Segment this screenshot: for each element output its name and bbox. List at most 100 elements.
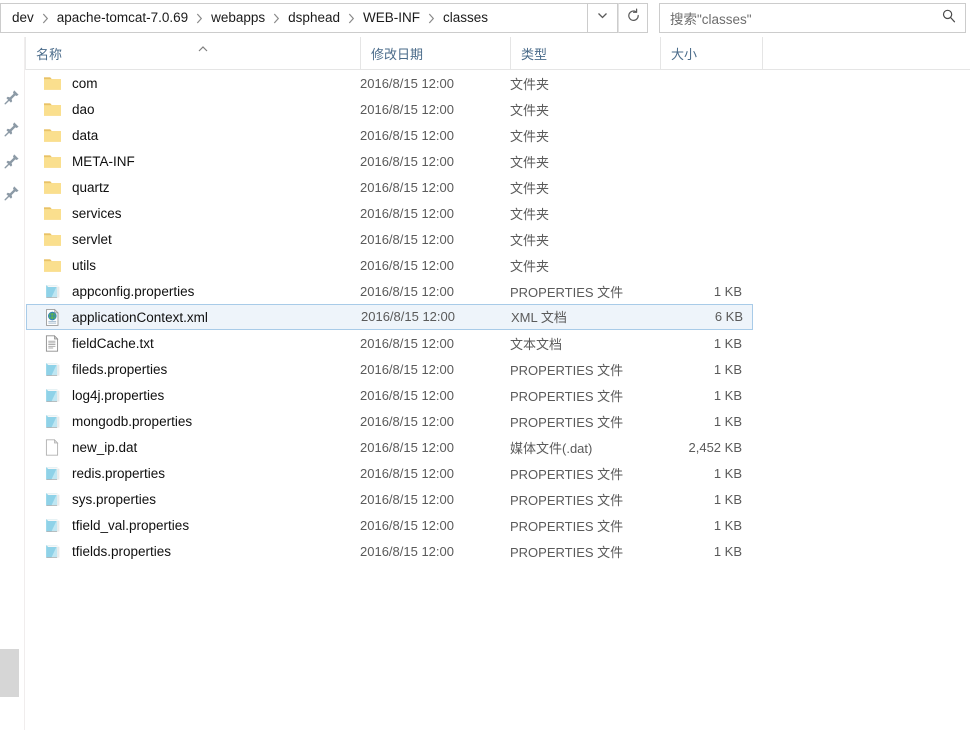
breadcrumb-item[interactable]: classes [441, 7, 490, 29]
pushpin-icon[interactable] [3, 88, 21, 106]
file-name-cell[interactable]: com [26, 70, 360, 96]
navigation-pane-scrollbar-thumb[interactable] [0, 649, 19, 697]
pushpin-icon[interactable] [3, 120, 21, 138]
file-size-cell [660, 252, 752, 278]
file-date-modified-cell: 2016/8/15 12:00 [360, 413, 454, 429]
folder-icon [42, 177, 62, 197]
file-name-cell[interactable]: appconfig.properties [26, 278, 360, 304]
file-name-cell[interactable]: services [26, 200, 360, 226]
refresh-button[interactable] [618, 3, 648, 33]
file-date-modified-cell: 2016/8/15 12:00 [360, 283, 454, 299]
file-date-modified-cell: 2016/8/15 12:00 [360, 491, 454, 507]
navigation-pane [0, 37, 25, 730]
column-header-type[interactable]: 类型 [510, 37, 660, 70]
file-name-cell[interactable]: servlet [26, 226, 360, 252]
file-type-cell: 文件夹 [510, 102, 550, 118]
table-row[interactable]: new_ip.dat 2016/8/15 12:00 媒体文件(.dat) 2,452… [26, 434, 753, 460]
table-row[interactable]: redis.properties 2016/8/15 12:00 PROPERTIE… [26, 460, 753, 486]
file-name-cell[interactable]: new_ip.dat [26, 434, 360, 460]
file-date-modified-cell: 2016/8/15 12:00 [360, 465, 454, 481]
table-row[interactable]: sys.properties 2016/8/15 12:00 PROPERTIES … [26, 486, 753, 512]
table-row[interactable]: appconfig.properties 2016/8/15 12:00 PROPE… [26, 278, 753, 304]
table-row[interactable]: tfields.properties 2016/8/15 12:00 PROPERT… [26, 538, 753, 564]
column-header-name[interactable]: 名称 [25, 37, 360, 70]
search-icon[interactable] [941, 8, 957, 29]
file-type-cell: 文件夹 [510, 206, 550, 222]
file-name-label: log4j.properties [72, 387, 165, 403]
table-row[interactable]: data 2016/8/15 12:00 文件夹 [26, 122, 753, 148]
file-name-cell[interactable]: data [26, 122, 360, 148]
folder-icon [42, 203, 62, 223]
file-name-cell[interactable]: tfield_val.properties [26, 512, 360, 538]
folder-icon [42, 229, 62, 249]
file-type-cell: PROPERTIES 文件 [510, 466, 624, 482]
properties-icon [42, 411, 62, 431]
file-name-cell[interactable]: tfields.properties [26, 538, 360, 564]
search-box[interactable]: 搜索"classes" [659, 3, 966, 33]
pushpin-icon[interactable] [3, 152, 21, 170]
file-name-label: new_ip.dat [72, 439, 138, 455]
table-row[interactable]: fileds.properties 2016/8/15 12:00 PROPERTI… [26, 356, 753, 382]
text-icon [42, 333, 62, 353]
file-size-cell: 1 KB [713, 543, 742, 559]
table-row[interactable]: log4j.properties 2016/8/15 12:00 PROPERTIE… [26, 382, 753, 408]
address-dropdown-button[interactable] [588, 3, 618, 33]
table-row[interactable]: servlet 2016/8/15 12:00 文件夹 [26, 226, 753, 252]
properties-icon [42, 359, 62, 379]
file-date-modified-cell: 2016/8/15 12:00 [360, 179, 454, 195]
file-date-modified-cell: 2016/8/15 12:00 [360, 257, 454, 273]
file-name-cell[interactable]: sys.properties [26, 486, 360, 512]
file-size-cell: 1 KB [713, 413, 742, 429]
file-name-cell[interactable]: quartz [26, 174, 360, 200]
column-header-size[interactable]: 大小 [660, 37, 762, 70]
file-name-cell[interactable]: redis.properties [26, 460, 360, 486]
table-row[interactable]: services 2016/8/15 12:00 文件夹 [26, 200, 753, 226]
breadcrumb-item[interactable]: dsphead [286, 7, 342, 29]
file-name-label: tfield_val.properties [72, 517, 190, 533]
breadcrumb-item[interactable]: WEB-INF [361, 7, 422, 29]
file-name-label: applicationContext.xml [72, 309, 208, 325]
file-size-cell [660, 200, 752, 226]
table-row[interactable]: fieldCache.txt 2016/8/15 12:00 文本文档 1 KB [26, 330, 753, 356]
file-name-cell[interactable]: utils [26, 252, 360, 278]
table-row[interactable]: META-INF 2016/8/15 12:00 文件夹 [26, 148, 753, 174]
breadcrumb-item[interactable]: webapps [209, 7, 267, 29]
breadcrumb[interactable]: dev apache-tomcat-7.0.69 webapps dsphead WEB… [0, 3, 588, 33]
file-type-cell: PROPERTIES 文件 [510, 492, 624, 508]
table-row[interactable]: quartz 2016/8/15 12:00 文件夹 [26, 174, 753, 200]
file-explorer-window: dev apache-tomcat-7.0.69 webapps dsphead WEB… [0, 0, 970, 730]
search-input[interactable]: 搜索"classes" [670, 8, 941, 28]
pushpin-icon[interactable] [3, 184, 21, 202]
file-name-label: com [72, 75, 98, 91]
file-date-modified-cell: 2016/8/15 12:00 [361, 308, 455, 324]
file-name-cell[interactable]: fieldCache.txt [26, 330, 360, 356]
table-row[interactable]: utils 2016/8/15 12:00 文件夹 [26, 252, 753, 278]
properties-icon [42, 281, 62, 301]
file-name-label: fileds.properties [72, 361, 168, 377]
file-name-cell[interactable]: dao [26, 96, 360, 122]
table-row[interactable]: dao 2016/8/15 12:00 文件夹 [26, 96, 753, 122]
file-date-modified-cell: 2016/8/15 12:00 [360, 361, 454, 377]
breadcrumb-item[interactable]: apache-tomcat-7.0.69 [55, 7, 190, 29]
file-name-label: META-INF [72, 153, 135, 169]
file-name-label: appconfig.properties [72, 283, 195, 299]
file-name-cell[interactable]: META-INF [26, 148, 360, 174]
file-name-cell[interactable]: fileds.properties [26, 356, 360, 382]
table-row[interactable]: mongodb.properties 2016/8/15 12:00 PROPERT… [26, 408, 753, 434]
folder-icon [42, 73, 62, 93]
file-type-cell: 文件夹 [510, 76, 550, 92]
breadcrumb-item[interactable]: dev [10, 7, 36, 29]
table-row[interactable]: com 2016/8/15 12:00 文件夹 [26, 70, 753, 96]
blank-file-icon [42, 437, 62, 457]
table-row[interactable]: tfield_val.properties 2016/8/15 12:00 PROP… [26, 512, 753, 538]
file-type-cell: 文件夹 [510, 232, 550, 248]
file-type-cell: PROPERTIES 文件 [510, 362, 624, 378]
file-name-label: tfields.properties [72, 543, 172, 559]
column-header-date-modified[interactable]: 修改日期 [360, 37, 510, 70]
file-date-modified-cell: 2016/8/15 12:00 [360, 153, 454, 169]
file-name-cell[interactable]: mongodb.properties [26, 408, 360, 434]
file-size-cell: 1 KB [713, 387, 742, 403]
file-name-cell[interactable]: log4j.properties [26, 382, 360, 408]
file-name-cell[interactable]: applicationContext.xml [27, 305, 361, 329]
table-row-selected[interactable]: applicationContext.xml 2016/8/15 12:00 XML… [26, 304, 753, 330]
